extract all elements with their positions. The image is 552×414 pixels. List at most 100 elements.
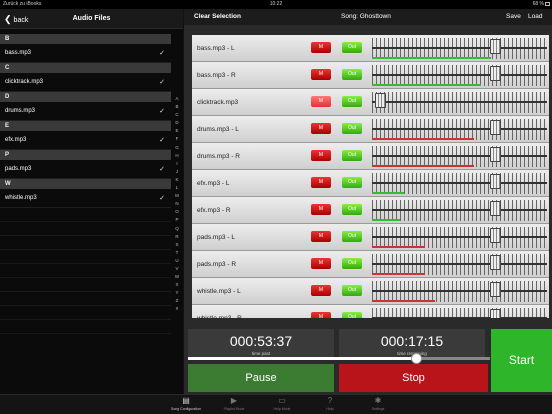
index-letter[interactable]: O bbox=[172, 208, 182, 216]
file-row[interactable]: drums.mp3 ✓ bbox=[0, 102, 171, 121]
pause-button[interactable]: Pause bbox=[188, 364, 334, 392]
index-letter[interactable]: W bbox=[172, 273, 182, 281]
index-letter[interactable]: I bbox=[172, 160, 182, 168]
volume-fader[interactable] bbox=[372, 254, 547, 275]
track-name: pads.mp3 - R bbox=[197, 261, 237, 268]
index-letter[interactable]: M bbox=[172, 192, 182, 200]
output-button[interactable]: Out bbox=[342, 231, 362, 242]
mute-button[interactable]: M bbox=[311, 150, 331, 161]
index-letter[interactable]: Y bbox=[172, 289, 182, 297]
fader-rail bbox=[372, 236, 547, 238]
index-letter[interactable]: X bbox=[172, 281, 182, 289]
index-letter[interactable]: N bbox=[172, 200, 182, 208]
index-letter[interactable]: F bbox=[172, 135, 182, 143]
file-row[interactable]: whistle.mp3 ✓ bbox=[0, 189, 171, 208]
volume-fader[interactable] bbox=[372, 38, 547, 59]
song-toolbar: Clear Selection Song: Ghosttown Save Loa… bbox=[184, 9, 552, 25]
index-letter[interactable]: T bbox=[172, 249, 182, 257]
mute-button[interactable]: M bbox=[311, 285, 331, 296]
tab-play[interactable]: ▶ Playlist Mode bbox=[214, 396, 254, 412]
index-letter[interactable]: C bbox=[172, 111, 182, 119]
mute-button[interactable]: M bbox=[311, 177, 331, 188]
index-letter[interactable]: J bbox=[172, 168, 182, 176]
start-button[interactable]: Start bbox=[491, 329, 552, 392]
track-name: bass.mp3 - R bbox=[197, 72, 236, 79]
output-button[interactable]: Out bbox=[342, 150, 362, 161]
volume-fader[interactable] bbox=[372, 119, 547, 140]
output-button[interactable]: Out bbox=[342, 177, 362, 188]
index-letter[interactable]: G bbox=[172, 144, 182, 152]
index-letter[interactable]: P bbox=[172, 216, 182, 224]
mute-button[interactable]: M bbox=[311, 96, 331, 107]
output-button[interactable]: Out bbox=[342, 96, 362, 107]
fader-knob[interactable] bbox=[490, 309, 502, 318]
volume-fader[interactable] bbox=[372, 227, 547, 248]
fader-knob[interactable] bbox=[490, 255, 502, 270]
mute-button[interactable]: M bbox=[311, 69, 331, 80]
section-index[interactable]: A B C D E F G H I J K L M N O P Q R S T U V W X Y Z # bbox=[172, 95, 182, 314]
load-button[interactable]: Load bbox=[528, 9, 542, 25]
output-button[interactable]: Out bbox=[342, 258, 362, 269]
mute-button[interactable]: M bbox=[311, 204, 331, 215]
index-letter[interactable]: U bbox=[172, 257, 182, 265]
mute-button[interactable]: M bbox=[311, 231, 331, 242]
volume-fader[interactable] bbox=[372, 281, 547, 302]
clear-selection-button[interactable]: Clear Selection bbox=[194, 9, 241, 25]
volume-fader[interactable] bbox=[372, 308, 547, 318]
index-letter[interactable]: V bbox=[172, 265, 182, 273]
output-button[interactable]: Out bbox=[342, 69, 362, 80]
index-letter[interactable]: D bbox=[172, 119, 182, 127]
fader-knob[interactable] bbox=[490, 39, 502, 54]
mute-button[interactable]: M bbox=[311, 258, 331, 269]
index-letter[interactable]: Z bbox=[172, 297, 182, 305]
panel-title: Audio Files bbox=[72, 15, 111, 22]
index-letter[interactable]: Q bbox=[172, 225, 182, 233]
index-letter[interactable]: L bbox=[172, 184, 182, 192]
fader-knob[interactable] bbox=[490, 201, 502, 216]
volume-fader[interactable] bbox=[372, 173, 547, 194]
fader-knob[interactable] bbox=[490, 147, 502, 162]
fader-knob[interactable] bbox=[490, 66, 502, 81]
index-letter[interactable]: E bbox=[172, 127, 182, 135]
index-letter[interactable]: # bbox=[172, 305, 182, 313]
tab-gear[interactable]: ✱ Settings bbox=[358, 396, 398, 412]
mute-button[interactable]: M bbox=[311, 42, 331, 53]
output-button[interactable]: Out bbox=[342, 312, 362, 318]
output-button[interactable]: Out bbox=[342, 204, 362, 215]
output-button[interactable]: Out bbox=[342, 123, 362, 134]
tab-question[interactable]: ? Help bbox=[310, 396, 350, 412]
output-button[interactable]: Out bbox=[342, 42, 362, 53]
index-letter[interactable]: B bbox=[172, 103, 182, 111]
index-letter[interactable]: H bbox=[172, 152, 182, 160]
fader-knob[interactable] bbox=[490, 228, 502, 243]
fader-knob[interactable] bbox=[490, 282, 502, 297]
fader-knob[interactable] bbox=[490, 120, 502, 135]
file-row[interactable]: pads.mp3 ✓ bbox=[0, 160, 171, 179]
fader-knob[interactable] bbox=[375, 93, 387, 108]
mute-button[interactable]: M bbox=[311, 312, 331, 318]
volume-fader[interactable] bbox=[372, 92, 547, 113]
index-letter[interactable]: R bbox=[172, 233, 182, 241]
volume-fader[interactable] bbox=[372, 65, 547, 86]
output-button[interactable]: Out bbox=[342, 285, 362, 296]
mute-button[interactable]: M bbox=[311, 123, 331, 134]
index-letter[interactable]: A bbox=[172, 95, 182, 103]
tab-sliders[interactable]: ▤ Song Configuration bbox=[166, 396, 206, 412]
progress-thumb[interactable] bbox=[411, 353, 422, 364]
file-row[interactable]: clicktrack.mp3 ✓ bbox=[0, 73, 171, 92]
file-row[interactable]: bass.mp3 ✓ bbox=[0, 44, 171, 63]
file-name: bass.mp3 bbox=[5, 50, 32, 56]
volume-fader[interactable] bbox=[372, 200, 547, 221]
file-row[interactable]: efx.mp3 ✓ bbox=[0, 131, 171, 150]
fader-knob[interactable] bbox=[490, 174, 502, 189]
song-config-panel: Clear Selection Song: Ghosttown Save Loa… bbox=[184, 9, 552, 394]
index-letter[interactable]: S bbox=[172, 241, 182, 249]
tab-help[interactable]: ▭ Help Mode bbox=[262, 396, 302, 412]
stop-button[interactable]: Stop bbox=[339, 364, 488, 392]
save-button[interactable]: Save bbox=[506, 9, 521, 25]
index-letter[interactable]: K bbox=[172, 176, 182, 184]
track-row: drums.mp3 - L M Out bbox=[192, 116, 549, 143]
volume-fader[interactable] bbox=[372, 146, 547, 167]
fader-rail bbox=[372, 155, 547, 157]
playback-progress[interactable] bbox=[188, 357, 490, 360]
